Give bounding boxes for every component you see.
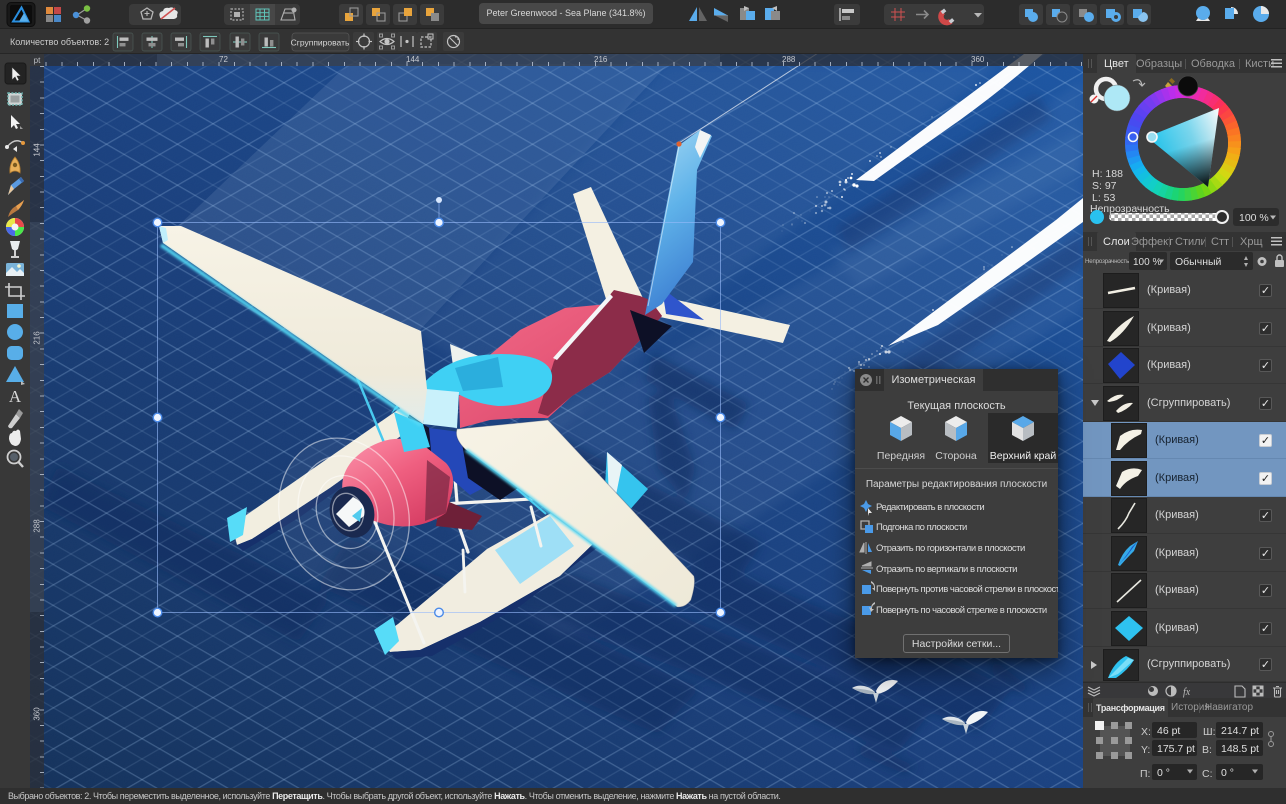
svg-text:S: 97: S: 97 xyxy=(1092,180,1117,192)
svg-text:X:: X: xyxy=(1141,726,1151,738)
svg-text:0 °: 0 ° xyxy=(1157,767,1170,779)
svg-text:С:: С: xyxy=(1202,768,1213,780)
svg-text:Ш:: Ш: xyxy=(1203,726,1216,738)
svg-text:Y:: Y: xyxy=(1141,744,1150,756)
svg-text:fx: fx xyxy=(1183,687,1191,698)
svg-text:46 pt: 46 pt xyxy=(1157,725,1180,737)
svg-text:175.7 pt: 175.7 pt xyxy=(1157,743,1195,755)
svg-text:100 %: 100 % xyxy=(1239,212,1269,224)
svg-text:Сгруппировать: Сгруппировать xyxy=(291,38,350,48)
svg-text:Сторона: Сторона xyxy=(935,450,977,462)
svg-text:Количество объектов: 2: Количество объектов: 2 xyxy=(10,37,109,47)
svg-text:148.5 pt: 148.5 pt xyxy=(1221,743,1259,755)
svg-text:Обычный: Обычный xyxy=(1175,256,1222,268)
svg-text:100 %: 100 % xyxy=(1133,257,1161,268)
svg-text:H: 188: H: 188 xyxy=(1092,168,1123,180)
svg-text:0 °: 0 ° xyxy=(1221,767,1234,779)
svg-text:214.7 pt: 214.7 pt xyxy=(1221,725,1259,737)
svg-text:В:: В: xyxy=(1202,744,1212,756)
svg-text:П:: П: xyxy=(1140,768,1150,780)
svg-text:Верхний край: Верхний край xyxy=(990,450,1057,462)
svg-text:Передняя: Передняя xyxy=(877,450,925,462)
svg-text:Непрозрачность: Непрозрачность xyxy=(1085,258,1129,265)
svg-text:A: A xyxy=(9,387,22,406)
